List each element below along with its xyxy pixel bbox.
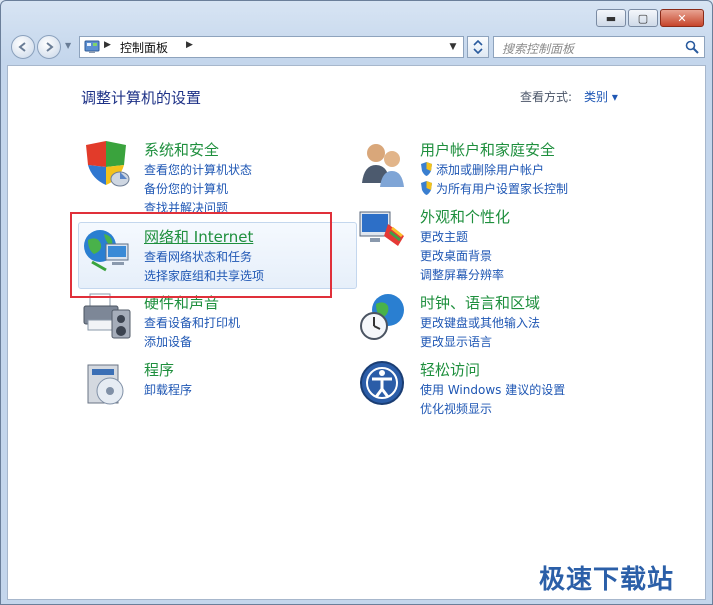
category-title[interactable]: 外观和个性化 (420, 206, 510, 227)
refresh-icon (473, 40, 483, 54)
link-add-device[interactable]: 添加设备 (144, 333, 192, 350)
appearance-icon[interactable] (358, 206, 408, 256)
search-icon[interactable] (685, 40, 699, 54)
ease-of-access-icon[interactable] (358, 359, 408, 409)
link-optimize-video[interactable]: 优化视频显示 (420, 400, 492, 417)
search-placeholder: 搜索控制面板 (502, 42, 575, 56)
uac-shield-icon (421, 181, 432, 195)
forward-button[interactable] (37, 35, 61, 59)
search-box[interactable]: 搜索控制面板 (493, 36, 705, 58)
clock-globe-icon[interactable] (358, 292, 408, 342)
category-hardware-sound: 硬件和声音 查看设备和打印机 添加设备 (82, 292, 332, 350)
link-devices-printers[interactable]: 查看设备和打印机 (144, 314, 240, 331)
programs-icon[interactable] (82, 359, 132, 409)
close-button[interactable]: ✕ (660, 9, 704, 27)
content-area: 调整计算机的设置 查看方式: 类别 ▾ 系统和安全 查看您的计算机状态 备份您的… (7, 65, 706, 600)
minimize-button[interactable]: ▬ (596, 9, 626, 27)
maximize-button[interactable]: ▢ (628, 9, 658, 27)
link-view-computer-status[interactable]: 查看您的计算机状态 (144, 161, 252, 178)
recent-pages-dropdown[interactable]: ▼ (65, 41, 71, 50)
category-system-security: 系统和安全 查看您的计算机状态 备份您的计算机 查找并解决问题 (82, 139, 332, 215)
link-backup-computer[interactable]: 备份您的计算机 (144, 180, 228, 197)
site-watermark: 极速下载站 (539, 565, 675, 595)
control-panel-icon (84, 40, 100, 53)
back-arrow-icon (18, 42, 26, 52)
link-change-display-language[interactable]: 更改显示语言 (420, 333, 492, 350)
forward-arrow-icon (46, 42, 54, 52)
link-change-theme[interactable]: 更改主题 (420, 228, 468, 245)
view-by-label: 查看方式: (520, 90, 573, 104)
red-annotation-box (70, 212, 332, 298)
link-parental-controls[interactable]: 为所有用户设置家长控制 (436, 180, 568, 197)
uac-shield-icon (421, 162, 432, 176)
category-user-accounts: 用户帐户和家庭安全 添加或删除用户帐户 为所有用户设置家长控制 (358, 139, 658, 197)
link-change-input-method[interactable]: 更改键盘或其他输入法 (420, 314, 540, 331)
category-title[interactable]: 用户帐户和家庭安全 (420, 139, 555, 160)
refresh-button[interactable] (467, 36, 489, 58)
breadcrumb-control-panel[interactable]: 控制面板 (120, 39, 168, 56)
category-programs: 程序 卸载程序 (82, 359, 332, 409)
category-ease-of-access: 轻松访问 使用 Windows 建议的设置 优化视频显示 (358, 359, 658, 417)
category-title[interactable]: 程序 (144, 359, 174, 380)
category-title[interactable]: 时钟、语言和区域 (420, 292, 540, 313)
navigation-bar: ▼ ▶ 控制面板 ▶ ▼ 搜索控制面板 (9, 33, 705, 61)
link-change-background[interactable]: 更改桌面背景 (420, 247, 492, 264)
category-title[interactable]: 系统和安全 (144, 139, 219, 160)
address-bar[interactable]: ▶ 控制面板 ▶ ▼ (79, 36, 464, 58)
link-screen-resolution[interactable]: 调整屏幕分辨率 (420, 266, 504, 283)
category-appearance: 外观和个性化 更改主题 更改桌面背景 调整屏幕分辨率 (358, 206, 658, 282)
link-add-remove-accounts[interactable]: 添加或删除用户帐户 (436, 161, 544, 178)
caption-buttons: ▬ ▢ ✕ (596, 9, 704, 27)
printer-speaker-icon[interactable] (82, 292, 132, 342)
page-title: 调整计算机的设置 (81, 89, 202, 107)
category-title[interactable]: 轻松访问 (420, 359, 480, 380)
breadcrumb-separator-icon[interactable]: ▶ (186, 40, 193, 50)
shield-icon[interactable] (82, 139, 132, 189)
back-button[interactable] (11, 35, 35, 59)
control-panel-window: ▬ ▢ ✕ ▼ ▶ 控制面板 ▶ ▼ 搜索控制面板 调整计算机的设置 查看方式:… (0, 0, 713, 605)
users-icon[interactable] (358, 139, 408, 189)
category-clock-language: 时钟、语言和区域 更改键盘或其他输入法 更改显示语言 (358, 292, 658, 350)
link-uninstall-program[interactable]: 卸载程序 (144, 381, 192, 398)
breadcrumb-separator-icon[interactable]: ▶ (104, 40, 111, 50)
address-dropdown-icon[interactable]: ▼ (445, 37, 461, 57)
link-windows-recommended-settings[interactable]: 使用 Windows 建议的设置 (420, 381, 565, 398)
view-by-dropdown[interactable]: 类别 ▾ (584, 88, 618, 105)
